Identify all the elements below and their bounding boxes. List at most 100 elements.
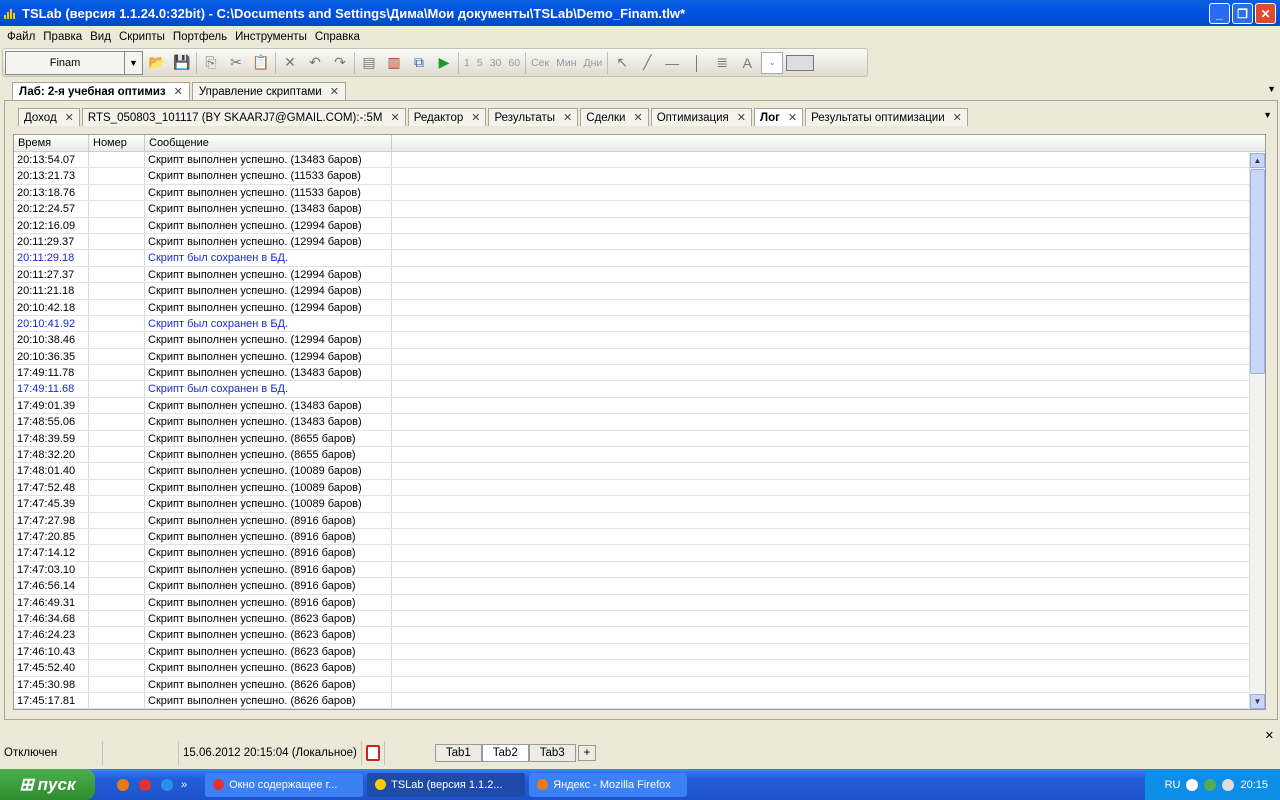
lab-tab[interactable]: Доход ✕ xyxy=(18,108,80,126)
log-row[interactable]: 20:13:54.07 Скрипт выполнен успешно. (134… xyxy=(14,152,1265,169)
lab-tab[interactable]: Результаты оптимизации ✕ xyxy=(805,108,968,126)
close-tab-icon[interactable]: ✕ xyxy=(633,111,642,124)
scroll-up-icon[interactable]: ▲ xyxy=(1250,153,1265,168)
network-icon[interactable] xyxy=(1222,778,1235,791)
save-icon[interactable]: 💾 xyxy=(171,52,193,74)
log-row[interactable]: 17:49:11.78 Скрипт выполнен успешно. (134… xyxy=(14,365,1265,382)
maximize-button[interactable]: ❐ xyxy=(1232,3,1253,24)
menu-item[interactable]: Инструменты xyxy=(231,31,311,43)
close-button[interactable]: ✕ xyxy=(1255,3,1276,24)
ie-icon[interactable] xyxy=(161,778,173,791)
log-row[interactable]: 20:12:16.09 Скрипт выполнен успешно. (129… xyxy=(14,217,1265,234)
interval-5[interactable]: 5 xyxy=(475,57,485,69)
scroll-down-icon[interactable]: ▼ xyxy=(1250,694,1265,709)
log-row[interactable]: 20:11:29.37 Скрипт выполнен успешно. (129… xyxy=(14,233,1265,251)
properties-icon[interactable]: ▤ xyxy=(358,52,380,74)
log-row[interactable]: 17:49:11.68 Скрипт был сохранен в БД. xyxy=(14,381,1265,398)
interval-60[interactable]: 60 xyxy=(506,57,522,69)
cut-icon[interactable]: ✂ xyxy=(225,52,247,74)
text-icon[interactable]: A xyxy=(736,52,758,74)
log-row[interactable]: 20:11:21.18 Скрипт выполнен успешно. (129… xyxy=(14,283,1265,300)
log-row[interactable]: 17:46:10.43 Скрипт выполнен успешно. (862… xyxy=(14,643,1265,661)
redo-icon[interactable]: ↷ xyxy=(329,52,351,74)
lab-tab[interactable]: Результаты ✕ xyxy=(488,108,579,126)
log-row[interactable]: 20:13:21.73 Скрипт выполнен успешно. (115… xyxy=(14,168,1265,185)
close-tab-icon[interactable]: ✕ xyxy=(737,111,746,124)
close-tab-icon[interactable]: ✕ xyxy=(391,111,400,124)
close-tab-icon[interactable]: ✕ xyxy=(563,111,572,124)
doc-tab[interactable]: Лаб: 2-я учебная оптимиз ✕ xyxy=(12,82,190,100)
color-dropdown[interactable]: ⌄ xyxy=(761,51,784,74)
taskbar-item[interactable]: Окно содержащее г... xyxy=(205,772,364,797)
line-icon[interactable]: ╱ xyxy=(636,52,658,74)
unit-min[interactable]: Мин xyxy=(554,57,578,69)
quicklaunch-more[interactable]: » xyxy=(181,779,187,791)
log-row[interactable]: 17:48:32.20 Скрипт выполнен успешно. (865… xyxy=(14,447,1265,464)
tabs-menu-icon[interactable]: ▼ xyxy=(1267,84,1276,94)
log-row[interactable]: 17:47:20.85 Скрипт выполнен успешно. (891… xyxy=(14,528,1265,546)
chrome-icon[interactable] xyxy=(139,778,151,791)
taskbar-item[interactable]: Яндекс - Mozilla Firefox xyxy=(529,772,688,797)
log-row[interactable]: 17:48:55.06 Скрипт выполнен успешно. (134… xyxy=(14,414,1265,431)
minimize-button[interactable]: _ xyxy=(1209,3,1230,24)
vline-icon[interactable]: │ xyxy=(686,52,708,74)
hline-icon[interactable]: — xyxy=(661,52,683,74)
log-row[interactable]: 17:47:52.48 Скрипт выполнен успешно. (100… xyxy=(14,479,1265,497)
tray-app-icon[interactable] xyxy=(1204,778,1217,791)
provider-select[interactable]: Finam ▼ xyxy=(5,50,143,75)
scroll-thumb[interactable] xyxy=(1250,169,1265,374)
menu-item[interactable]: Файл xyxy=(3,31,39,43)
log-row[interactable]: 17:47:03.10 Скрипт выполнен успешно. (891… xyxy=(14,561,1265,579)
log-row[interactable]: 17:46:24.23 Скрипт выполнен успешно. (862… xyxy=(14,627,1265,644)
col-number[interactable]: Номер xyxy=(89,135,145,151)
log-row[interactable]: 17:46:49.31 Скрипт выполнен успешно. (891… xyxy=(14,594,1265,611)
pointer-icon[interactable]: ↖ xyxy=(611,52,633,74)
log-row[interactable]: 17:49:01.39 Скрипт выполнен успешно. (134… xyxy=(14,397,1265,415)
log-row[interactable]: 20:10:38.46 Скрипт выполнен успешно. (129… xyxy=(14,332,1265,349)
menu-item[interactable]: Вид xyxy=(86,31,115,43)
close-tab-icon[interactable]: ✕ xyxy=(788,111,797,124)
diagram-icon[interactable]: ⧉ xyxy=(408,52,430,74)
workspace-tab[interactable]: Tab1 xyxy=(434,744,482,762)
close-tab-icon[interactable]: ✕ xyxy=(471,111,480,124)
lab-tab[interactable]: Сделки ✕ xyxy=(580,108,649,126)
close-tab-icon[interactable]: ✕ xyxy=(953,111,962,124)
workspace-tab[interactable]: Tab3 xyxy=(528,744,576,762)
delete-icon[interactable]: ✕ xyxy=(279,52,301,74)
language-indicator[interactable]: RU xyxy=(1165,779,1181,791)
log-row[interactable]: 20:10:36.35 Скрипт выполнен успешно. (129… xyxy=(14,348,1265,366)
workspace-tab[interactable]: Tab2 xyxy=(481,744,529,762)
log-row[interactable]: 20:11:29.18 Скрипт был сохранен в БД. xyxy=(14,250,1265,267)
run-icon[interactable]: ▶ xyxy=(433,52,455,74)
add-tab-button[interactable]: + xyxy=(577,745,597,761)
log-row[interactable]: 20:10:41.92 Скрипт был сохранен в БД. xyxy=(14,315,1265,333)
interval-1[interactable]: 1 xyxy=(462,57,472,69)
log-row[interactable]: 17:47:27.98 Скрипт выполнен успешно. (891… xyxy=(14,512,1265,529)
copy-icon[interactable]: ⎘ xyxy=(200,52,222,74)
interval-30[interactable]: 30 xyxy=(488,57,504,69)
log-row[interactable]: 17:47:14.12 Скрипт выполнен успешно. (891… xyxy=(14,545,1265,562)
menu-item[interactable]: Правка xyxy=(39,31,86,43)
log-row[interactable]: 17:46:56.14 Скрипт выполнен успешно. (891… xyxy=(14,578,1265,595)
record-icon[interactable] xyxy=(365,745,380,761)
log-row[interactable]: 17:46:34.68 Скрипт выполнен успешно. (862… xyxy=(14,610,1265,628)
log-row[interactable]: 17:48:39.59 Скрипт выполнен успешно. (865… xyxy=(14,430,1265,448)
menu-item[interactable]: Портфель xyxy=(169,31,231,43)
log-row[interactable]: 17:45:30.98 Скрипт выполнен успешно. (862… xyxy=(14,676,1265,693)
lab-tab[interactable]: Оптимизация ✕ xyxy=(650,108,753,126)
doc-tab[interactable]: Управление скриптами ✕ xyxy=(191,82,346,100)
lab-tab[interactable]: Редактор ✕ xyxy=(407,108,487,126)
firefox-icon[interactable] xyxy=(117,778,129,791)
menu-item[interactable]: Справка xyxy=(311,31,364,43)
log-row[interactable]: 20:10:42.18 Скрипт выполнен успешно. (129… xyxy=(14,299,1265,316)
log-row[interactable]: 17:45:52.40 Скрипт выполнен успешно. (862… xyxy=(14,660,1265,677)
col-message[interactable]: Сообщение xyxy=(145,135,392,151)
log-row[interactable]: 20:12:24.57 Скрипт выполнен успешно. (134… xyxy=(14,201,1265,218)
log-row[interactable]: 17:45:17.81 Скрипт выполнен успешно. (862… xyxy=(14,692,1265,709)
subtabs-menu-icon[interactable]: ▼ xyxy=(1263,110,1272,120)
open-icon[interactable]: 📂 xyxy=(146,52,168,74)
close-tab-icon[interactable]: ✕ xyxy=(65,111,74,124)
lab-tab[interactable]: RTS_050803_101117 (BY SKAARJ7@GMAIL.COM)… xyxy=(81,108,406,126)
vertical-scrollbar[interactable]: ▲ ▼ xyxy=(1249,153,1265,709)
close-tab-icon[interactable]: ✕ xyxy=(174,85,183,98)
